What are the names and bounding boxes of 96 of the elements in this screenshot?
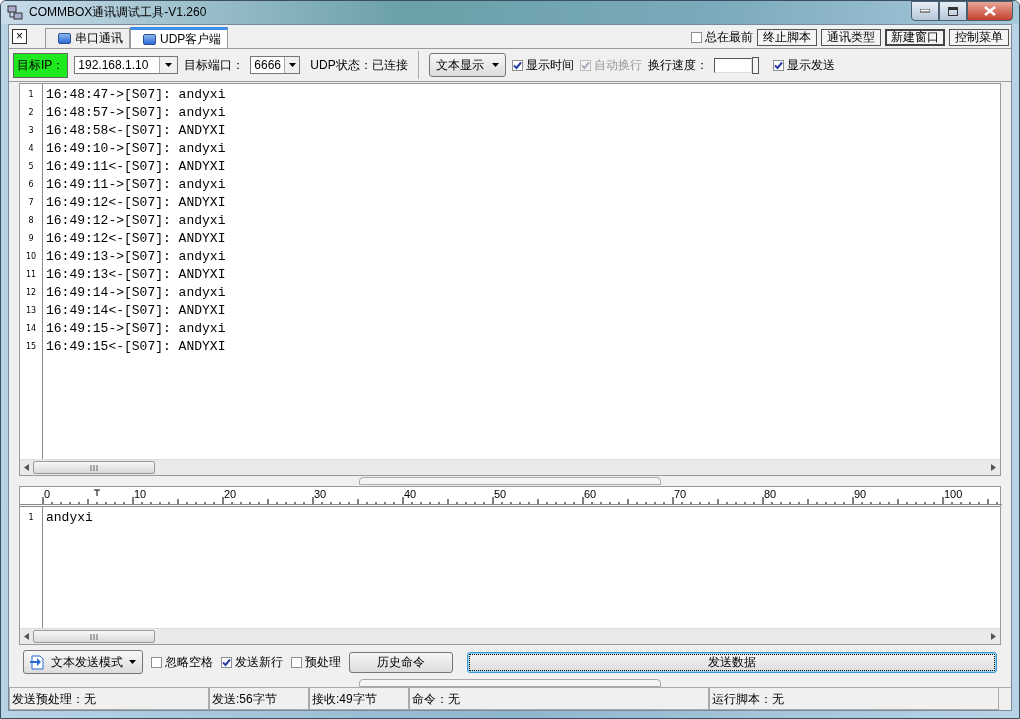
option-checkbox[interactable] xyxy=(511,59,523,71)
option-checkbox[interactable] xyxy=(291,656,302,668)
tab-icon xyxy=(143,33,156,45)
line-number: 1 xyxy=(27,89,35,101)
toolbar-button[interactable]: 控制菜单 xyxy=(949,29,1009,46)
checkbox-label: 总在最前 xyxy=(705,29,753,46)
status-field: 发送:56字节 xyxy=(209,688,309,710)
close-icon xyxy=(984,6,996,16)
send-button[interactable]: 发送数据 xyxy=(467,651,997,673)
dropdown-arrow-icon xyxy=(491,63,499,67)
log-line: 16:49:15->[S07]: andyxi xyxy=(46,320,226,338)
status-field: 运行脚本：无 xyxy=(709,688,999,710)
line-number: 4 xyxy=(27,143,35,155)
scroll-left-icon[interactable] xyxy=(24,633,29,640)
log-line: 16:49:11->[S07]: andyxi xyxy=(46,176,226,194)
checkbox-label: 显示时间 xyxy=(525,56,574,74)
grip-icon xyxy=(89,464,99,471)
tab[interactable]: 串口通讯 xyxy=(45,28,130,48)
minimize-button[interactable] xyxy=(911,1,939,21)
dropdown-arrow-icon xyxy=(288,63,296,67)
scroll-left-icon[interactable] xyxy=(24,464,29,471)
udp-status: UDP状态：已连接 xyxy=(310,56,408,74)
status-field: 接收:49字节 xyxy=(309,688,409,710)
port-combo[interactable]: 6666 xyxy=(250,56,301,74)
line-number: 6 xyxy=(27,179,35,191)
send-line: andyxi xyxy=(46,509,93,527)
maximize-icon xyxy=(948,6,958,16)
close-tab-button[interactable]: × xyxy=(12,29,27,44)
document-icon xyxy=(30,654,45,670)
log-line: 16:49:14<-[S07]: ANDYXI xyxy=(46,302,226,320)
log-line: 16:49:12->[S07]: andyxi xyxy=(46,212,226,230)
line-number: 11 xyxy=(24,269,38,281)
option-checkbox[interactable] xyxy=(221,656,232,668)
maximize-button[interactable] xyxy=(939,1,967,21)
splitter-handle[interactable] xyxy=(359,679,661,687)
always-on-top-checkbox[interactable] xyxy=(691,32,702,43)
checkbox-label: 自动换行 xyxy=(593,56,642,74)
line-number: 12 xyxy=(24,287,38,299)
log-line: 16:49:13->[S07]: andyxi xyxy=(46,248,226,266)
close-button[interactable] xyxy=(967,1,1013,21)
line-number: 14 xyxy=(24,323,38,335)
tab[interactable]: UDP客户端 xyxy=(130,27,229,48)
toolbar-button[interactable]: 通讯类型 xyxy=(821,29,881,46)
target-ip-label: 目标IP： xyxy=(13,52,69,78)
tab-icon xyxy=(58,33,71,44)
horizontal-scrollbar[interactable] xyxy=(20,459,1000,475)
log-line: 16:48:47->[S07]: andyxi xyxy=(46,86,226,104)
dropdown-arrow-icon xyxy=(165,63,173,67)
splitter-handle[interactable] xyxy=(359,477,661,485)
history-button[interactable]: 历史命令 xyxy=(349,651,453,673)
line-number: 15 xyxy=(24,341,38,353)
speed-label: 换行速度： xyxy=(647,56,708,74)
toolbar-button[interactable]: 新建窗口 xyxy=(885,29,945,46)
log-line: 16:49:11<-[S07]: ANDYXI xyxy=(46,158,226,176)
log-line: 16:49:13<-[S07]: ANDYXI xyxy=(46,266,226,284)
toolbar-button[interactable]: 终止脚本 xyxy=(757,29,817,46)
checkbox-label: 忽略空格 xyxy=(165,653,213,671)
checkbox-label: 发送新行 xyxy=(235,653,283,671)
ruler: 0 10 20 30 40 50 60 70 80 90 100 xyxy=(20,487,1002,506)
grip-icon xyxy=(89,633,99,640)
display-mode-dropdown[interactable]: 文本显示 xyxy=(428,53,506,77)
line-number: 5 xyxy=(27,161,35,173)
app-icon xyxy=(7,4,23,21)
show-send-checkbox[interactable] xyxy=(772,59,784,71)
line-number: 10 xyxy=(24,251,38,263)
log-line: 16:49:10->[S07]: andyxi xyxy=(46,140,226,158)
status-field: 命令：无 xyxy=(409,688,709,710)
line-number: 7 xyxy=(27,197,35,209)
window-title: COMMBOX通讯调试工具-V1.260 xyxy=(29,4,208,21)
checkbox-label: 预处理 xyxy=(305,653,341,671)
speed-slider-thumb[interactable] xyxy=(751,56,759,74)
log-line: 16:49:14->[S07]: andyxi xyxy=(46,284,226,302)
line-number: 13 xyxy=(24,305,38,317)
line-number: 8 xyxy=(27,215,35,227)
minimize-icon xyxy=(920,9,930,13)
line-number: 9 xyxy=(27,233,35,245)
status-field: 发送预处理：无 xyxy=(9,688,209,710)
speed-field[interactable] xyxy=(713,57,752,73)
log-line: 16:49:12<-[S07]: ANDYXI xyxy=(46,230,226,248)
log-line: 16:48:58<-[S07]: ANDYXI xyxy=(46,122,226,140)
horizontal-scrollbar[interactable] xyxy=(20,628,1000,644)
line-number: 3 xyxy=(27,125,35,137)
log-line: 16:49:12<-[S07]: ANDYXI xyxy=(46,194,226,212)
port-label: 目标端口： xyxy=(184,56,245,74)
log-line: 16:48:57->[S07]: andyxi xyxy=(46,104,226,122)
ip-combo[interactable]: 192.168.1.10 xyxy=(74,56,179,74)
scroll-right-icon[interactable] xyxy=(991,633,996,640)
send-mode-dropdown[interactable]: 文本发送模式 xyxy=(23,650,143,674)
dropdown-arrow-icon xyxy=(129,660,136,664)
tab-stop-icon[interactable] xyxy=(93,489,101,497)
option-checkbox[interactable] xyxy=(151,656,162,668)
line-number: 2 xyxy=(27,107,35,119)
scroll-right-icon[interactable] xyxy=(991,464,996,471)
line-number: 1 xyxy=(27,512,35,524)
checkbox-label: 显示发送 xyxy=(786,56,835,74)
log-line: 16:49:15<-[S07]: ANDYXI xyxy=(46,338,226,356)
